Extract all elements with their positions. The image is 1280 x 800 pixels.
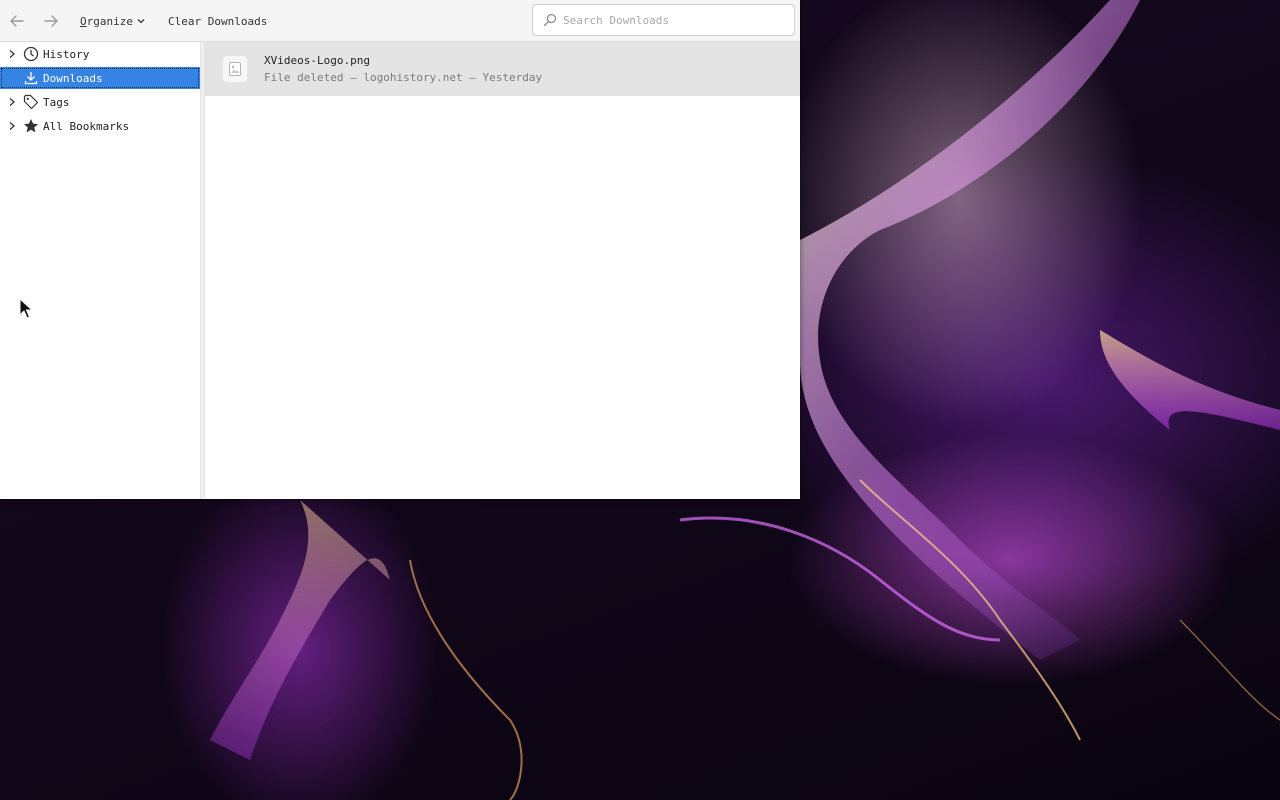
star-icon xyxy=(22,117,40,135)
sidebar-item-label: All Bookmarks xyxy=(43,119,130,133)
chevron-down-icon xyxy=(136,16,146,26)
organize-menu-button[interactable]: Organize xyxy=(80,9,146,33)
arrow-right-icon xyxy=(44,15,58,27)
tag-icon xyxy=(22,93,40,111)
downloads-list: XVideos-Logo.png File deleted — logohist… xyxy=(205,42,800,499)
expand-chevron-icon[interactable] xyxy=(6,121,18,131)
download-file-name: XVideos-Logo.png xyxy=(264,54,370,67)
sidebar-item-tags[interactable]: Tags xyxy=(0,91,200,113)
toolbar: Organize Clear Downloads xyxy=(0,0,800,42)
image-file-icon xyxy=(223,56,247,82)
forward-button[interactable] xyxy=(40,9,62,33)
organize-label-rest: rganize xyxy=(86,14,133,28)
places-sidebar: History Downloads Tags All Bookmarks xyxy=(0,42,200,499)
search-field[interactable] xyxy=(532,4,795,36)
sidebar-item-history[interactable]: History xyxy=(0,43,200,65)
library-window: Organize Clear Downloads History xyxy=(0,0,800,499)
mouse-pointer-icon xyxy=(19,298,33,319)
download-item[interactable]: XVideos-Logo.png File deleted — logohist… xyxy=(205,42,800,96)
sidebar-item-downloads[interactable]: Downloads xyxy=(0,67,200,89)
search-input[interactable] xyxy=(563,13,783,27)
sidebar-item-label: Tags xyxy=(43,95,70,109)
sidebar-item-label: History xyxy=(43,47,90,61)
arrow-left-icon xyxy=(10,15,24,27)
expand-chevron-icon[interactable] xyxy=(6,97,18,107)
search-icon xyxy=(543,13,557,27)
organize-accesskey: O xyxy=(80,14,87,28)
download-status: File deleted — logohistory.net — Yesterd… xyxy=(264,71,543,84)
sidebar-item-label: Downloads xyxy=(43,71,103,85)
sidebar-item-all-bookmarks[interactable]: All Bookmarks xyxy=(0,115,200,137)
download-icon xyxy=(22,69,40,87)
expand-chevron-icon[interactable] xyxy=(6,49,18,59)
clock-icon xyxy=(22,45,40,63)
clear-downloads-button[interactable]: Clear Downloads xyxy=(168,9,267,33)
back-button[interactable] xyxy=(6,9,28,33)
